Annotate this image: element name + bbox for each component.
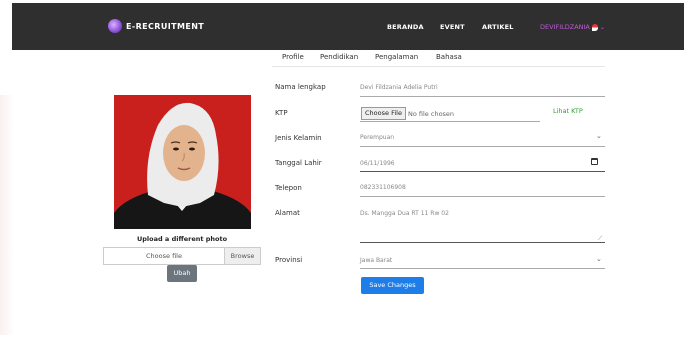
alamat-textarea[interactable]: Ds. Mangga Dua RT 11 Rw 02 — [360, 210, 449, 217]
provinsi-underline — [360, 268, 605, 269]
nav-link-artikel[interactable]: ARTIKEL — [482, 23, 514, 31]
ubah-button[interactable]: Ubah — [167, 265, 197, 282]
provinsi-label: Provinsi — [275, 256, 303, 264]
top-navbar: E-RECRUITMENT BERANDA EVENT ARTIKEL DEVI… — [12, 3, 684, 50]
ktp-file-status: No file chosen — [408, 110, 455, 118]
tanggal-lahir-underline — [360, 171, 605, 172]
jenis-kelamin-select[interactable]: Perempuan — [360, 134, 394, 141]
calendar-icon[interactable] — [591, 158, 598, 165]
photo-file-input[interactable]: Choose file Browse — [103, 247, 261, 265]
browse-button[interactable]: Browse — [224, 248, 260, 264]
profile-photo — [114, 95, 251, 229]
nav-link-event[interactable]: EVENT — [440, 23, 465, 31]
nama-underline — [360, 96, 605, 97]
telepon-label: Telepon — [275, 184, 302, 192]
ktp-underline — [360, 121, 540, 122]
nav-link-beranda[interactable]: BERANDA — [387, 23, 424, 31]
jenis-kelamin-underline — [360, 146, 605, 147]
telepon-underline — [360, 196, 605, 197]
brand[interactable]: E-RECRUITMENT — [108, 19, 204, 33]
tab-profile[interactable]: Profile — [282, 53, 304, 61]
photo-file-placeholder: Choose file — [146, 252, 182, 260]
tabs-divider — [272, 66, 605, 67]
user-name: DEVIFILDZANIA — [540, 23, 590, 31]
jenis-kelamin-label: Jenis Kelamin — [275, 134, 322, 142]
ktp-choose-file-button[interactable]: Choose File — [361, 107, 406, 120]
background-decoration — [0, 95, 14, 335]
tanggal-lahir-input[interactable]: 06/11/1996 — [360, 160, 395, 167]
chevron-down-icon: ⌄ — [599, 23, 605, 31]
flag-icon — [591, 23, 598, 31]
brand-logo-icon — [108, 19, 122, 33]
tab-pengalaman[interactable]: Pengalaman — [375, 53, 418, 61]
ktp-label: KTP — [275, 109, 288, 117]
telepon-input[interactable]: 082331106908 — [360, 184, 406, 191]
lihat-ktp-link[interactable]: Lihat KTP — [553, 107, 583, 115]
upload-photo-label: Upload a different photo — [137, 235, 228, 243]
tanggal-lahir-label: Tanggal Lahir — [275, 159, 322, 167]
alamat-label: Alamat — [275, 209, 300, 217]
tab-pendidikan[interactable]: Pendidikan — [320, 53, 358, 61]
alamat-underline — [360, 242, 605, 243]
nama-label: Nama lengkap — [275, 83, 326, 91]
person-photo-illustration — [114, 102, 251, 229]
nama-input[interactable]: Devi Fildzania Adelia Putri — [360, 84, 438, 91]
provinsi-select[interactable]: Jawa Barat — [360, 257, 392, 264]
save-changes-button[interactable]: Save Changes — [361, 277, 424, 294]
user-menu[interactable]: DEVIFILDZANIA ⌄ — [540, 23, 605, 31]
tab-bahasa[interactable]: Bahasa — [436, 53, 462, 61]
brand-name: E-RECRUITMENT — [126, 21, 205, 31]
chevron-down-icon: ⌄ — [596, 255, 602, 263]
chevron-down-icon: ⌄ — [596, 132, 602, 140]
